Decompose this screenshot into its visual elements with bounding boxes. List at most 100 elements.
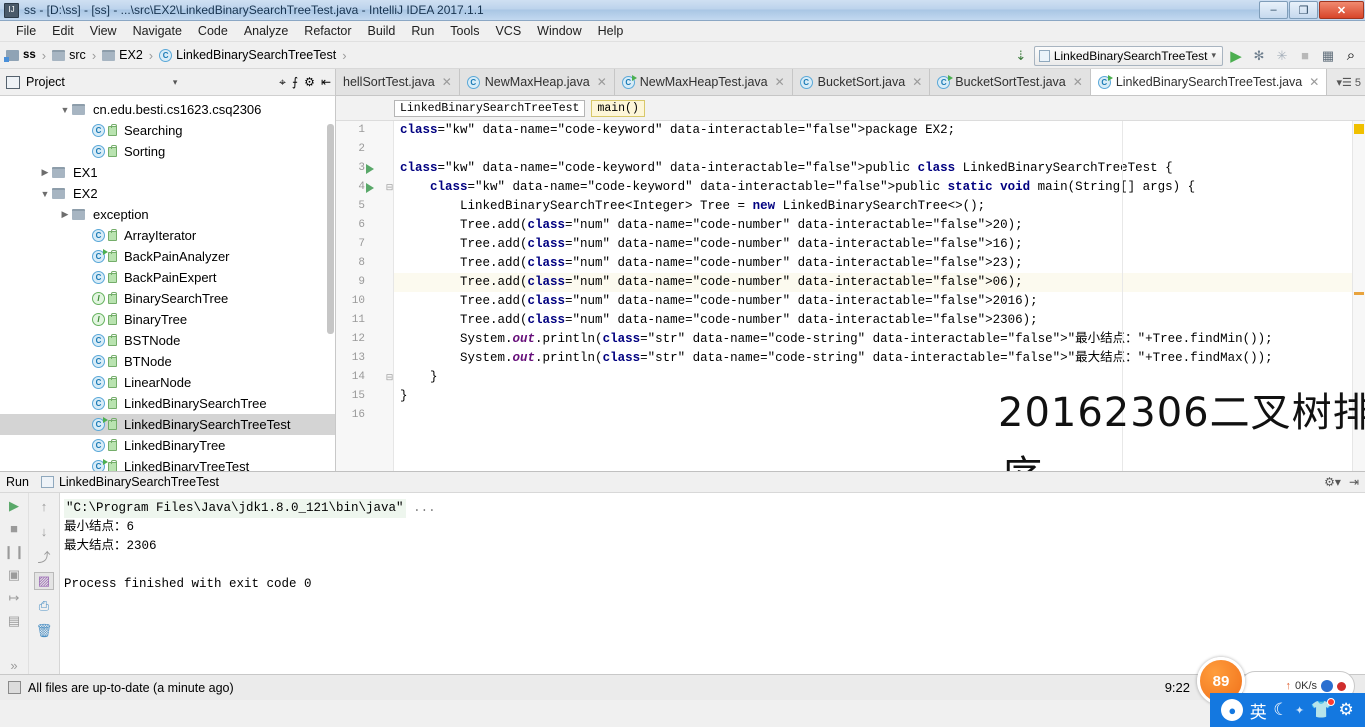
- settings-icon[interactable]: ⚙▾: [1324, 475, 1341, 489]
- code-line[interactable]: class="kw" data-name="code-keyword" data…: [394, 178, 1365, 197]
- up-arrow-icon[interactable]: ↑: [34, 497, 54, 515]
- tree-item[interactable]: C Sorting: [0, 141, 335, 162]
- tab-close-icon[interactable]: ✕: [1309, 75, 1319, 89]
- console-ellipsis[interactable]: ...: [406, 501, 436, 515]
- sparkle-icon[interactable]: ✦: [1295, 704, 1304, 717]
- scroll-to-end-icon[interactable]: ▨: [34, 572, 54, 590]
- run-button[interactable]: ▶: [1226, 46, 1246, 66]
- down-arrow-icon[interactable]: ↓: [34, 522, 54, 540]
- run-panel-tab[interactable]: LinkedBinarySearchTreeTest: [40, 475, 219, 489]
- pause-button[interactable]: ❙❙: [3, 543, 25, 560]
- menu-item-file[interactable]: File: [8, 22, 44, 40]
- rerun-button[interactable]: ▶: [4, 497, 24, 514]
- tree-item[interactable]: C ArrayIterator: [0, 225, 335, 246]
- code-line[interactable]: Tree.add(class="num" data-name="code-num…: [394, 292, 1365, 311]
- expand-toolbar-button[interactable]: »: [4, 657, 24, 674]
- tree-item[interactable]: C BTNode: [0, 351, 335, 372]
- step-button[interactable]: ↦: [4, 589, 24, 606]
- menu-item-vcs[interactable]: VCS: [487, 22, 529, 40]
- tree-item[interactable]: C Searching: [0, 120, 335, 141]
- editor-tab[interactable]: C NewMaxHeapTest.java ✕: [614, 69, 793, 95]
- tree-twisty-icon[interactable]: ▶: [58, 209, 72, 220]
- code-line[interactable]: [394, 140, 1365, 159]
- settings-icon[interactable]: ⚙: [304, 75, 315, 89]
- editor-tab[interactable]: hellSortTest.java ✕: [336, 69, 460, 95]
- android-avd-button[interactable]: ▦: [1318, 46, 1338, 66]
- console-output[interactable]: "C:\Program Files\Java\jdk1.8.0_121\bin\…: [60, 493, 1365, 674]
- tree-item[interactable]: ▶ EX1: [0, 162, 335, 183]
- tree-twisty-icon[interactable]: ▼: [38, 189, 52, 199]
- collapse-all-icon[interactable]: ⨍: [292, 75, 298, 89]
- tree-item[interactable]: C LinkedBinaryTree: [0, 435, 335, 456]
- search-everywhere-button[interactable]: ⌕: [1341, 46, 1361, 66]
- gutter-run-icon[interactable]: [364, 178, 375, 197]
- project-tree[interactable]: ▼ cn.edu.besti.cs1623.csq2306 C Searching C S…: [0, 96, 335, 471]
- console-button[interactable]: ▤: [4, 612, 24, 629]
- menu-item-help[interactable]: Help: [590, 22, 632, 40]
- gear-icon[interactable]: ⚙: [1338, 700, 1353, 720]
- tree-item[interactable]: I BinaryTree: [0, 309, 335, 330]
- gutter-run-icon[interactable]: [364, 159, 375, 178]
- code-line[interactable]: class="kw" data-name="code-keyword" data…: [394, 121, 1365, 140]
- shirt-icon[interactable]: 👕: [1311, 698, 1335, 720]
- tree-item[interactable]: C BSTNode: [0, 330, 335, 351]
- tree-item[interactable]: ▶ exception: [0, 204, 335, 225]
- code-line[interactable]: System.out.println(class="str" data-name…: [394, 349, 1365, 368]
- breadcrumb-item-module[interactable]: ss: [23, 49, 36, 61]
- code-line[interactable]: LinkedBinarySearchTree<Integer> Tree = n…: [394, 197, 1365, 216]
- code-line[interactable]: System.out.println(class="str" data-name…: [394, 330, 1365, 349]
- resume-button[interactable]: ▣: [4, 566, 24, 583]
- editor-tab[interactable]: C BucketSortTest.java ✕: [930, 69, 1091, 95]
- editor-tab[interactable]: C NewMaxHeap.java ✕: [459, 69, 615, 95]
- breadcrumb-chip-method[interactable]: main(): [591, 99, 645, 117]
- tree-item[interactable]: I BinarySearchTree: [0, 288, 335, 309]
- run-coverage-button[interactable]: ✳: [1272, 46, 1292, 66]
- tree-item[interactable]: C LinkedBinarySearchTreeTest: [0, 414, 335, 435]
- menu-item-edit[interactable]: Edit: [44, 22, 82, 40]
- tab-close-icon[interactable]: ✕: [597, 75, 607, 89]
- tree-item[interactable]: C BackPainAnalyzer: [0, 246, 335, 267]
- close-button[interactable]: ✕: [1319, 1, 1364, 19]
- tree-item[interactable]: C LinkedBinarySearchTree: [0, 393, 335, 414]
- debug-button[interactable]: ✻: [1249, 46, 1269, 66]
- code-line[interactable]: Tree.add(class="num" data-name="code-num…: [394, 216, 1365, 235]
- ime-english-icon[interactable]: 英: [1250, 698, 1267, 723]
- tree-twisty-icon[interactable]: ▼: [58, 105, 72, 115]
- stop-button[interactable]: ■: [4, 520, 24, 537]
- locate-icon[interactable]: ⌖: [279, 75, 286, 90]
- menu-item-build[interactable]: Build: [360, 22, 404, 40]
- stop-button[interactable]: ■: [1295, 46, 1315, 66]
- breadcrumb-item-src[interactable]: src: [69, 48, 86, 62]
- tab-close-icon[interactable]: ✕: [442, 75, 452, 89]
- project-tree-scrollbar[interactable]: [327, 124, 334, 334]
- breadcrumb-chip-class[interactable]: LinkedBinarySearchTreeTest: [394, 99, 586, 117]
- tab-close-icon[interactable]: ✕: [1073, 75, 1083, 89]
- print-icon[interactable]: ⎙: [34, 597, 54, 615]
- tree-item[interactable]: ▼ EX2: [0, 183, 335, 204]
- code-editor[interactable]: 1 2 3 4 ⊟ 5 6 7 8 9 10 11 12 13 14 ⊟ 15 16 class="kw" dat…: [336, 121, 1365, 471]
- menu-item-tools[interactable]: Tools: [442, 22, 487, 40]
- editor-gutter[interactable]: 1 2 3 4 ⊟ 5 6 7 8 9 10 11 12 13 14 ⊟ 15 16: [336, 121, 394, 471]
- menu-item-run[interactable]: Run: [403, 22, 442, 40]
- menu-item-code[interactable]: Code: [190, 22, 236, 40]
- moon-icon[interactable]: ☾: [1273, 700, 1288, 720]
- sort-numeric-icon[interactable]: ⇣: [1011, 46, 1031, 66]
- breadcrumb-item-class[interactable]: LinkedBinarySearchTreeTest: [176, 48, 336, 62]
- warning-marker[interactable]: [1354, 124, 1364, 134]
- tree-twisty-icon[interactable]: ▶: [38, 167, 52, 178]
- soft-wrap-icon[interactable]: ⤴: [34, 547, 54, 565]
- tabs-overflow-button[interactable]: ▾☰ 5: [1332, 69, 1365, 95]
- code-line[interactable]: Tree.add(class="num" data-name="code-num…: [394, 273, 1365, 292]
- tree-item[interactable]: C LinearNode: [0, 372, 335, 393]
- code-line[interactable]: Tree.add(class="num" data-name="code-num…: [394, 311, 1365, 330]
- caret-line-marker[interactable]: [1354, 292, 1364, 295]
- qq-icon[interactable]: ●: [1221, 699, 1244, 721]
- minimize-button[interactable]: –: [1259, 1, 1288, 19]
- hide-icon[interactable]: ⇥: [1349, 475, 1359, 489]
- menu-item-view[interactable]: View: [82, 22, 125, 40]
- breadcrumb-item-ex2[interactable]: EX2: [119, 48, 143, 62]
- tree-item[interactable]: C LinkedBinaryTreeTest: [0, 456, 335, 471]
- tree-item[interactable]: ▼ cn.edu.besti.cs1623.csq2306: [0, 99, 335, 120]
- tree-item[interactable]: C BackPainExpert: [0, 267, 335, 288]
- code-line[interactable]: Tree.add(class="num" data-name="code-num…: [394, 235, 1365, 254]
